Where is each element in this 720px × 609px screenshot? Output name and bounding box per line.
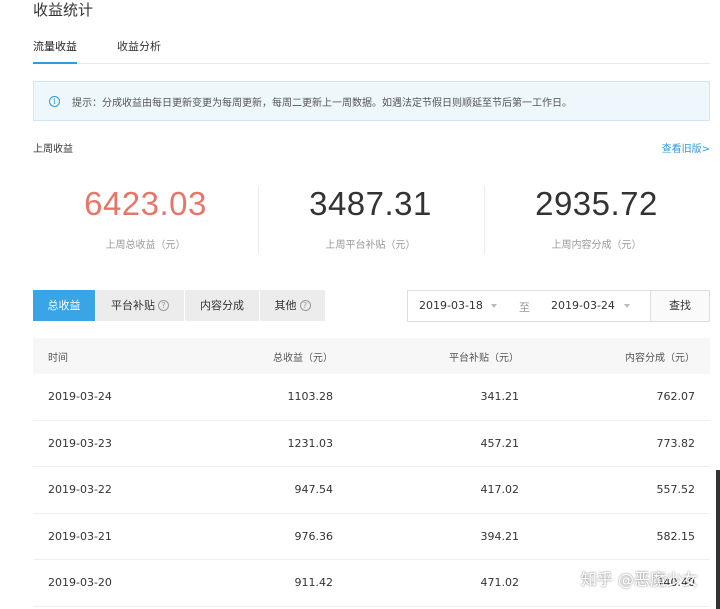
stat-content-label: 上周内容分成（元）	[551, 240, 642, 251]
stat-content: 2935.72 上周内容分成（元）	[484, 180, 709, 251]
tab-revenue-analysis[interactable]: 收益分析	[117, 40, 161, 54]
cell-total: 976.36	[294, 529, 334, 543]
date-range-picker: 2019-03-18 至 2019-03-24 查找	[407, 290, 710, 322]
cell-content: 762.07	[656, 390, 696, 404]
stat-subsidy-label: 上周平台补贴（元）	[325, 240, 416, 251]
filter-subsidy-label: 平台补贴	[111, 299, 155, 312]
cell-date: 2019-03-24	[48, 390, 112, 404]
cell-content: 582.15	[656, 529, 696, 543]
date-from-field[interactable]: 2019-03-18	[419, 299, 483, 312]
table-row: 2019-03-23 1231.03 457.21 773.82	[33, 421, 710, 467]
notice-text: 提示：分成收益由每日更新变更为每周更新，每周二更新上一周数据。如遇法定节假日则顺…	[72, 97, 572, 109]
info-icon: i	[49, 95, 60, 107]
table-row: 2019-03-22 947.54 417.02 557.52	[33, 467, 710, 514]
header-date: 时间	[48, 352, 68, 364]
date-to-field[interactable]: 2019-03-24	[551, 299, 615, 312]
filter-tabs: 总收益 平台补贴 ? 内容分成 其他 ?	[33, 290, 326, 321]
stat-total-value: 6423.03	[84, 185, 207, 222]
cell-subsidy: 457.21	[480, 436, 520, 450]
cell-subsidy: 394.21	[480, 529, 520, 543]
cell-date: 2019-03-23	[48, 436, 112, 450]
table-row: 2019-03-21 976.36 394.21 582.15	[33, 514, 710, 560]
header-total: 总收益（元）	[273, 352, 333, 364]
table-header: 时间 总收益（元） 平台补贴（元） 内容分成（元）	[33, 338, 710, 374]
stats-panel: 6423.03 上周总收益（元） 3487.31 上周平台补贴（元） 2935.…	[33, 180, 710, 260]
stat-content-value: 2935.72	[535, 185, 658, 222]
tab-bar: 流量收益 收益分析	[33, 36, 710, 64]
cell-total: 947.54	[294, 483, 334, 497]
watermark: 知乎 @恶魔少女	[580, 570, 698, 589]
stat-total-label: 上周总收益（元）	[105, 240, 186, 251]
cell-date: 2019-03-22	[48, 483, 112, 497]
header-subsidy: 平台补贴（元）	[449, 352, 519, 364]
cell-total: 1231.03	[287, 436, 334, 450]
search-button[interactable]: 查找	[650, 291, 709, 321]
cell-subsidy: 417.02	[480, 483, 520, 497]
chevron-down-icon[interactable]	[491, 304, 497, 308]
help-icon[interactable]: ?	[299, 300, 311, 311]
view-old-version-link[interactable]: 查看旧版>	[662, 140, 710, 155]
filter-other-label: 其他	[274, 299, 297, 312]
filter-content[interactable]: 内容分成	[185, 290, 259, 321]
chevron-down-icon[interactable]	[624, 304, 630, 308]
filter-content-label: 内容分成	[200, 299, 244, 312]
stat-subsidy: 3487.31 上周平台补贴（元）	[258, 180, 483, 251]
header-content: 内容分成（元）	[625, 352, 695, 364]
table-row: 2019-03-24 1103.28 341.21 762.07	[33, 374, 710, 421]
filter-total[interactable]: 总收益	[33, 290, 95, 321]
filter-subsidy[interactable]: 平台补贴 ?	[96, 290, 184, 321]
cell-total: 911.42	[294, 576, 334, 590]
section-label: 上周收益	[33, 144, 73, 155]
window-edge	[716, 470, 720, 609]
filter-total-label: 总收益	[47, 299, 81, 312]
cell-subsidy: 471.02	[480, 576, 520, 590]
notice-banner: i 提示：分成收益由每日更新变更为每周更新，每周二更新上一周数据。如遇法定节假日…	[33, 81, 710, 121]
cell-subsidy: 341.21	[480, 390, 520, 404]
cell-date: 2019-03-21	[48, 529, 112, 543]
stat-subsidy-value: 3487.31	[309, 185, 432, 222]
cell-content: 773.82	[656, 436, 696, 450]
help-icon[interactable]: ?	[158, 300, 169, 311]
cell-content: 557.52	[656, 483, 696, 497]
cell-date: 2019-03-20	[48, 576, 112, 590]
filter-other[interactable]: 其他 ?	[260, 290, 325, 321]
page-title: 收益统计	[33, 1, 94, 19]
cell-total: 1103.28	[287, 390, 334, 404]
tab-traffic-revenue[interactable]: 流量收益	[33, 40, 77, 64]
stat-total: 6423.03 上周总收益（元）	[33, 180, 258, 251]
date-separator: 至	[519, 301, 530, 314]
